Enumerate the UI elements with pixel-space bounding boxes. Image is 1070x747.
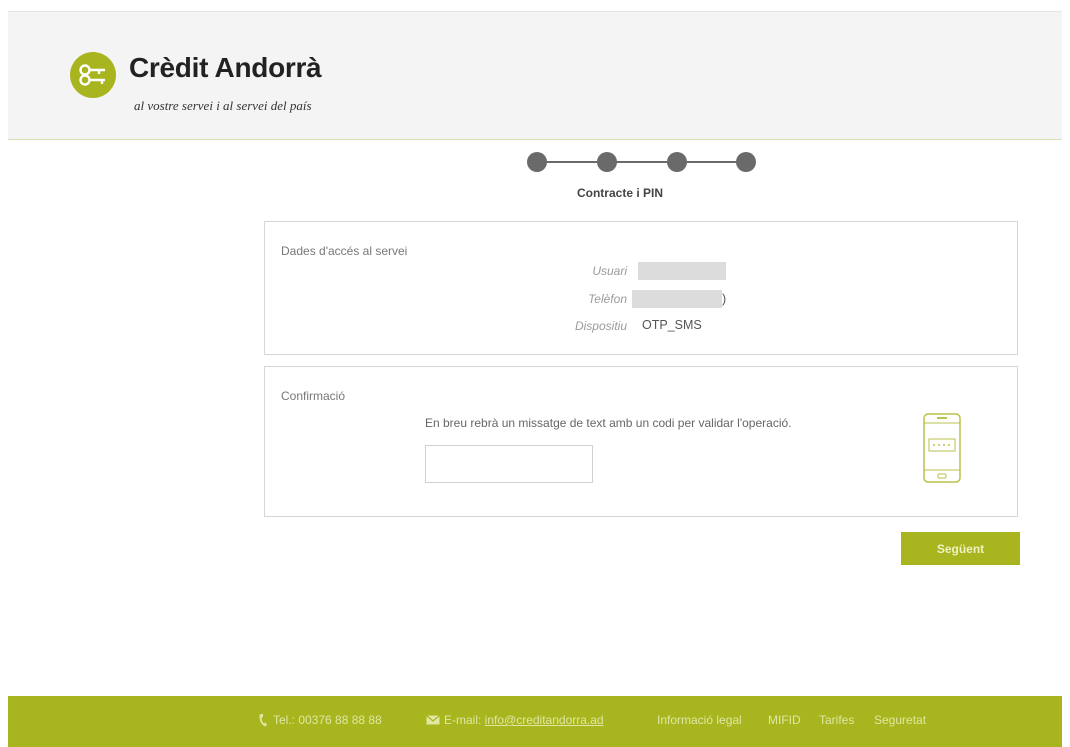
phone-value: ) (722, 292, 727, 306)
steps-connector (537, 161, 745, 163)
footer-link-legal[interactable]: Informació legal (657, 713, 742, 727)
access-panel-title: Dades d'accés al servei (281, 244, 408, 258)
footer-link-tariffs[interactable]: Tarifes (819, 713, 854, 727)
phone-label: Telèfon (588, 292, 627, 306)
sms-code-input[interactable] (425, 445, 593, 483)
user-label: Usuari (592, 264, 627, 278)
confirmation-panel-title: Confirmació (281, 389, 346, 403)
sms-message-text: En breu rebrà un missatge de text amb un… (425, 416, 792, 430)
phone-value-redacted (632, 290, 722, 308)
footer-link-security[interactable]: Seguretat (874, 713, 926, 727)
email-icon (426, 715, 440, 725)
current-step-label: Contracte i PIN (576, 186, 663, 200)
access-data-panel: Dades d'accés al servei Usuari Telèfon )… (264, 221, 1018, 355)
top-strip (8, 0, 1062, 12)
step-4-dot (736, 152, 756, 172)
step-1-dot (527, 152, 547, 172)
footer-phone: Tel.: 00376 88 88 88 (273, 713, 382, 727)
page-header: Crèdit Andorrà al vostre servei i al ser… (8, 12, 1062, 140)
user-value-redacted (638, 262, 726, 280)
next-button[interactable]: Següent (901, 532, 1020, 565)
progress-steps (527, 152, 757, 174)
footer-email: E-mail: info@creditandorra.ad (444, 713, 604, 727)
footer-email-link[interactable]: info@creditandorra.ad (485, 713, 604, 727)
step-2-dot (597, 152, 617, 172)
brand-tagline: al vostre servei i al servei del país (134, 98, 312, 113)
page-footer: Tel.: 00376 88 88 88 E-mail: info@credit… (8, 696, 1062, 747)
brand-logo-icon (70, 52, 116, 98)
step-3-dot (667, 152, 687, 172)
device-value: OTP_SMS (642, 318, 702, 332)
device-label: Dispositiu (574, 319, 627, 333)
footer-link-mifid[interactable]: MIFID (768, 713, 801, 727)
smartphone-icon (923, 413, 961, 483)
phone-icon (259, 714, 267, 727)
confirmation-panel: Confirmació En breu rebrà un missatge de… (264, 366, 1018, 517)
footer-email-label: E-mail: (444, 713, 485, 727)
brand-name: Crèdit Andorrà (129, 52, 322, 83)
